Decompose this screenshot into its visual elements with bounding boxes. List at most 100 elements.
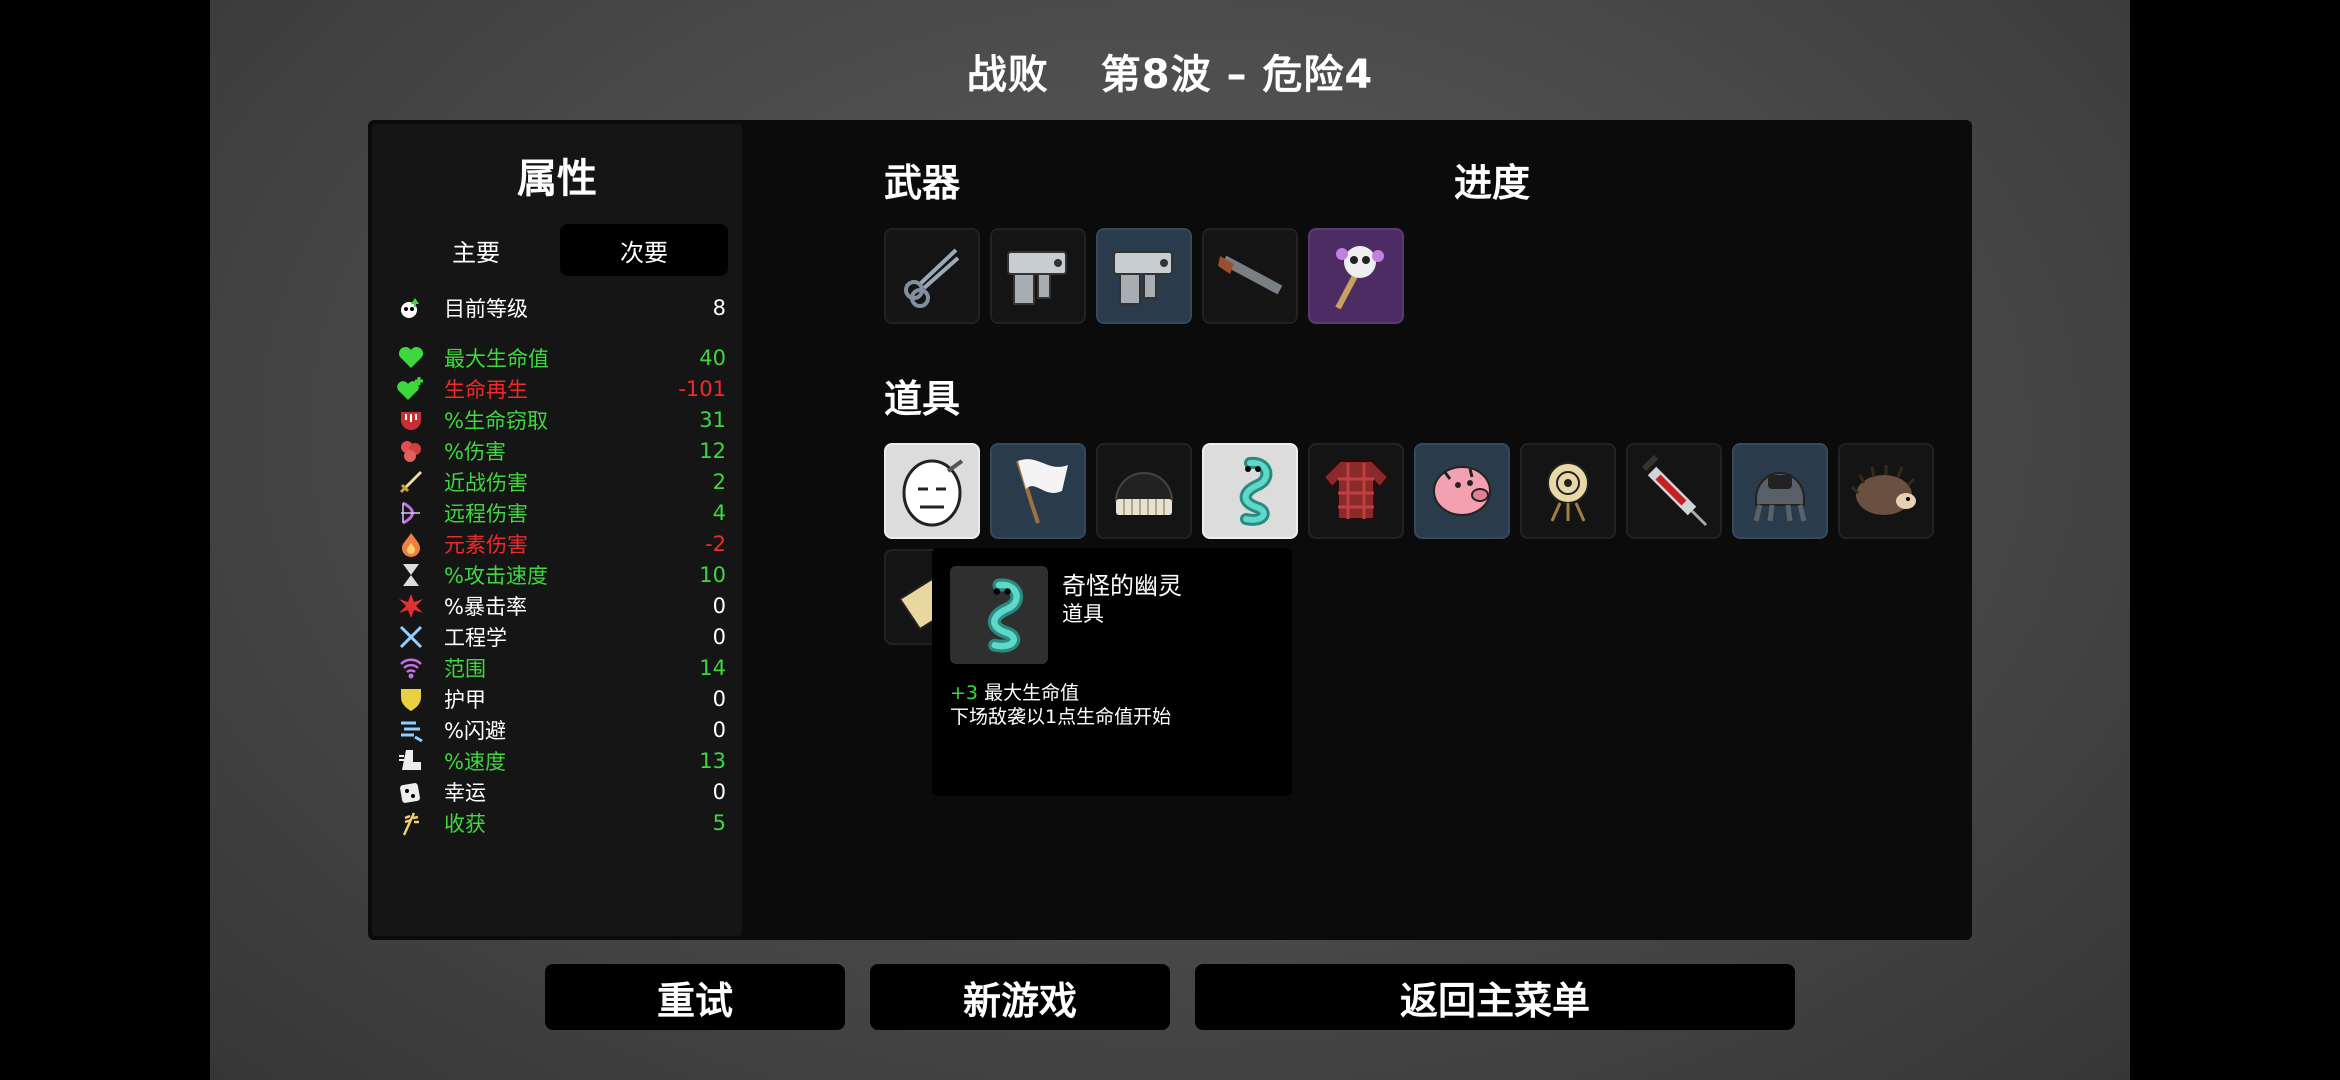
range-icon	[396, 654, 426, 682]
stat-label: 护甲	[444, 687, 486, 712]
result-label: 战败	[966, 52, 1049, 98]
tooltip-bonus-value: +3	[950, 682, 979, 704]
tooltip-item-type: 道具	[1062, 602, 1104, 626]
stat-row-luck: 幸运 0	[396, 776, 726, 807]
stat-value: 10	[699, 562, 726, 587]
gun-turret-icon	[998, 234, 1078, 318]
stat-label: 目前等级	[444, 296, 528, 321]
stat-value: 0	[712, 717, 726, 742]
egg-face-icon	[892, 449, 972, 533]
stat-label: %伤害	[444, 439, 506, 464]
stat-row-range: 范围 14	[396, 652, 726, 683]
boot-icon	[396, 747, 426, 775]
stat-value: 0	[712, 779, 726, 804]
tab-secondary[interactable]: 次要	[560, 224, 728, 276]
item-slot-6[interactable]	[1414, 443, 1510, 539]
tab-primary[interactable]: 主要	[392, 224, 560, 276]
gun-turret-icon	[1104, 234, 1184, 318]
tooltip-description: 下场敌袭以1点生命值开始	[950, 706, 1172, 728]
item-slot-4[interactable]	[1202, 443, 1298, 539]
stat-label: 最大生命值	[444, 346, 549, 371]
level-icon	[396, 294, 426, 322]
stat-value: 5	[712, 810, 726, 835]
stat-row-melee: 近战伤害 2	[396, 466, 726, 497]
dice-icon	[396, 778, 426, 806]
stat-value: 40	[699, 345, 726, 370]
stat-label: 近战伤害	[444, 470, 528, 495]
skull-staff-icon	[1316, 234, 1396, 318]
plaid-shirt-icon	[1316, 449, 1396, 533]
item-slot-1[interactable]	[884, 443, 980, 539]
stat-value: 12	[699, 438, 726, 463]
item-slot-10[interactable]	[1838, 443, 1934, 539]
stat-row-elemental: 元素伤害 -2	[396, 528, 726, 559]
stat-label: %暴击率	[444, 594, 527, 619]
stat-row-damage: %伤害 12	[396, 435, 726, 466]
summary-panel: 属性 主要 次要 目前等级 8 最大生命值 40 生命再生 -101 %生命窃取…	[368, 120, 1972, 940]
weapons-title: 武器	[884, 161, 961, 205]
tooltip-item-name: 奇怪的幽灵	[1062, 572, 1182, 600]
wave-danger-label: 第8波 – 危险4	[1100, 52, 1374, 98]
damage-icon	[396, 437, 426, 465]
items-title: 道具	[884, 377, 961, 421]
white-flag-icon	[998, 449, 1078, 533]
stat-row-armor: 护甲 0	[396, 683, 726, 714]
stat-value: 14	[699, 655, 726, 680]
stat-row-harvest: 收获 5	[396, 807, 726, 838]
stat-label: 收获	[444, 811, 486, 836]
stat-row-dodge: %闪避 0	[396, 714, 726, 745]
stat-row-lifesteal: %生命窃取 31	[396, 404, 726, 435]
stat-value: 0	[712, 624, 726, 649]
stat-row-crit: %暴击率 0	[396, 590, 726, 621]
new-game-button[interactable]: 新游戏	[870, 964, 1170, 1030]
stat-value: 0	[712, 686, 726, 711]
stat-row-level: 目前等级 8	[396, 292, 726, 323]
flame-icon	[396, 530, 426, 558]
item-slot-9[interactable]	[1732, 443, 1828, 539]
stat-row-speed: %速度 13	[396, 745, 726, 776]
stat-label: %速度	[444, 749, 506, 774]
stats-title: 属性	[517, 156, 597, 202]
ghost-icon	[956, 570, 1042, 660]
ghost-icon	[1210, 449, 1290, 533]
stat-label: 元素伤害	[444, 532, 528, 557]
item-slot-2[interactable]	[990, 443, 1086, 539]
progress-title: 进度	[1454, 161, 1531, 205]
weapon-slot-3[interactable]	[1096, 228, 1192, 324]
stat-value: 31	[699, 407, 726, 432]
stat-value: 0	[712, 593, 726, 618]
stat-row-attack-speed: %攻击速度 10	[396, 559, 726, 590]
stats-panel: 属性 主要 次要 目前等级 8 最大生命值 40 生命再生 -101 %生命窃取…	[372, 124, 742, 936]
stat-label: %闪避	[444, 718, 506, 743]
dodge-icon	[396, 716, 426, 744]
stat-label: 生命再生	[444, 377, 528, 402]
item-slot-8[interactable]	[1626, 443, 1722, 539]
crit-icon	[396, 592, 426, 620]
tooltip-bonus: +3 最大生命值	[950, 678, 1079, 705]
wrench-icon	[396, 623, 426, 651]
item-slot-5[interactable]	[1308, 443, 1404, 539]
lifesteal-icon	[396, 406, 426, 434]
item-slot-7[interactable]	[1520, 443, 1616, 539]
weapon-slot-5[interactable]	[1308, 228, 1404, 324]
stats-tabs: 主要 次要	[392, 224, 728, 276]
sword-icon	[396, 468, 426, 496]
retry-button[interactable]: 重试	[545, 964, 845, 1030]
main-menu-button[interactable]: 返回主菜单	[1195, 964, 1795, 1030]
bow-icon	[396, 499, 426, 527]
weapon-slot-2[interactable]	[990, 228, 1086, 324]
item-slot-3[interactable]	[1096, 443, 1192, 539]
stat-label: 范围	[444, 656, 486, 681]
regen-icon	[396, 375, 426, 403]
tooltip-bonus-text: 最大生命值	[984, 682, 1080, 704]
syringe-icon	[1634, 449, 1714, 533]
tooltip-item-icon	[950, 566, 1048, 664]
heart-icon	[396, 344, 426, 372]
stat-label: 工程学	[444, 625, 507, 650]
scissors-icon	[896, 238, 968, 314]
stat-value: 13	[699, 748, 726, 773]
weapon-slot-4[interactable]	[1202, 228, 1298, 324]
weapon-slot-1[interactable]	[884, 228, 980, 324]
stat-value: 8	[712, 295, 726, 320]
piggy-bank-icon	[1422, 449, 1502, 533]
